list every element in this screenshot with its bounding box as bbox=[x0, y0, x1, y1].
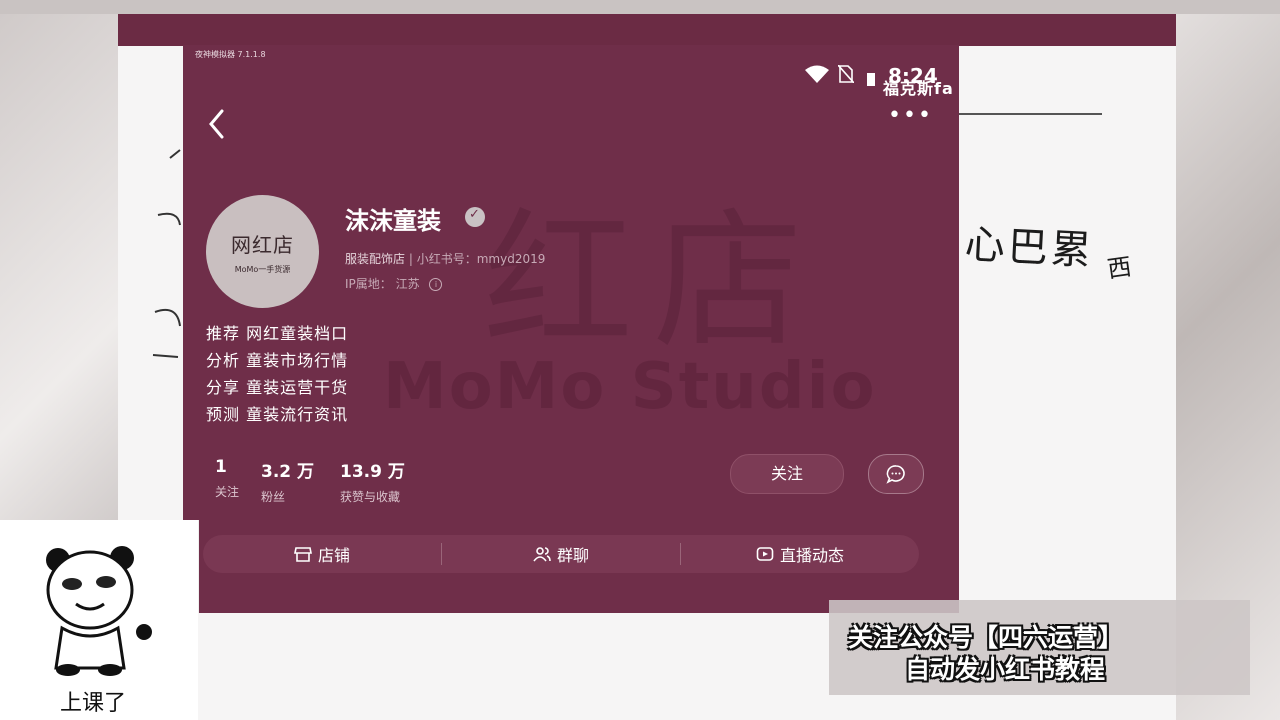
handwriting-small: 西 bbox=[1105, 252, 1134, 284]
verified-icon bbox=[465, 207, 485, 227]
panda-meme-icon bbox=[46, 546, 152, 676]
stat-followers[interactable]: 3.2 万 粉丝 bbox=[261, 457, 314, 505]
stat-label: 获赞与收藏 bbox=[340, 490, 401, 504]
tab-live[interactable]: 直播动态 bbox=[681, 542, 919, 566]
message-button[interactable] bbox=[868, 454, 924, 494]
pen-stroke-line bbox=[955, 113, 1102, 115]
bio-line: 预测 童装流行资讯 bbox=[206, 405, 349, 424]
stat-label: 粉丝 bbox=[261, 490, 286, 504]
stat-following[interactable]: 1 关注 bbox=[215, 457, 239, 500]
promo-line-2: 自动发小红书教程 bbox=[905, 655, 1106, 684]
meme-caption: 上课了 bbox=[60, 691, 127, 716]
avatar[interactable]: 网红店 MoMo一手货源 bbox=[206, 195, 319, 308]
live-icon bbox=[756, 547, 774, 561]
wifi-icon bbox=[805, 65, 829, 83]
back-icon[interactable] bbox=[205, 107, 229, 141]
overlay-name: 福克斯fa bbox=[883, 79, 954, 98]
tab-label: 店铺 bbox=[317, 546, 350, 565]
stat-likes[interactable]: 13.9 万 获赞与收藏 bbox=[340, 457, 405, 505]
ip-location: IP属地： 江苏 i bbox=[345, 275, 443, 292]
tab-group-chat[interactable]: 群聊 bbox=[442, 542, 680, 566]
stat-label: 关注 bbox=[215, 485, 240, 499]
profile-name: 沫沫童装 bbox=[345, 207, 441, 235]
no-sim-icon bbox=[838, 65, 854, 83]
stat-value: 1 bbox=[215, 457, 227, 477]
follow-button[interactable]: 关注 bbox=[730, 454, 844, 494]
handwriting-right: 心巴累 bbox=[963, 221, 1095, 275]
avatar-subtext: MoMo一手货源 bbox=[234, 264, 291, 274]
shop-category: 服装配饰店 bbox=[345, 252, 406, 266]
stat-value: 13.9 万 bbox=[340, 462, 405, 482]
tab-label: 群聊 bbox=[556, 546, 589, 565]
id-label: 小红书号： bbox=[416, 252, 477, 266]
stat-value: 3.2 万 bbox=[261, 462, 315, 482]
ip-value: 江苏 bbox=[395, 277, 420, 291]
tab-shop[interactable]: 店铺 bbox=[203, 542, 441, 566]
battery-icon bbox=[867, 73, 875, 86]
ip-label: IP属地： bbox=[345, 277, 392, 291]
id-value[interactable]: mmyd2019 bbox=[477, 252, 546, 266]
bio-line: 分析 童装市场行情 bbox=[206, 351, 349, 370]
emulator-title: 夜神模拟器 7.1.1.8 bbox=[195, 50, 266, 59]
info-icon[interactable]: i bbox=[429, 278, 443, 291]
profile-tabs: 店铺 群聊 直播动态 bbox=[203, 535, 919, 573]
whiteboard-top-bar bbox=[118, 14, 1176, 46]
more-options-icon[interactable]: ••• bbox=[888, 105, 933, 127]
promo-line-1: 关注公众号【四六运营】 bbox=[848, 623, 1124, 652]
watermark-text: 红店 bbox=[483, 195, 824, 369]
profile-meta: 服装配饰店 | 小红书号：mmyd2019 bbox=[345, 252, 546, 266]
watermark-studio: MoMo Studio bbox=[383, 350, 877, 424]
chat-icon bbox=[886, 465, 905, 484]
bio-line: 分享 童装运营干货 bbox=[206, 378, 349, 397]
profile-bio: 推荐 网红童装档口 分析 童装市场行情 分享 童装运营干货 预测 童装流行资讯 bbox=[206, 320, 348, 428]
outer-frame bbox=[0, 0, 1280, 14]
emulator-screen: 夜神模拟器 7.1.1.8 8:24 福克斯fa ••• 红店 MoMo Stu… bbox=[183, 45, 959, 613]
tab-label: 直播动态 bbox=[779, 546, 844, 565]
shop-icon bbox=[294, 547, 312, 562]
group-icon bbox=[533, 547, 551, 562]
avatar-text: 网红店 bbox=[231, 232, 294, 257]
bio-line: 推荐 网红童装档口 bbox=[206, 324, 349, 343]
